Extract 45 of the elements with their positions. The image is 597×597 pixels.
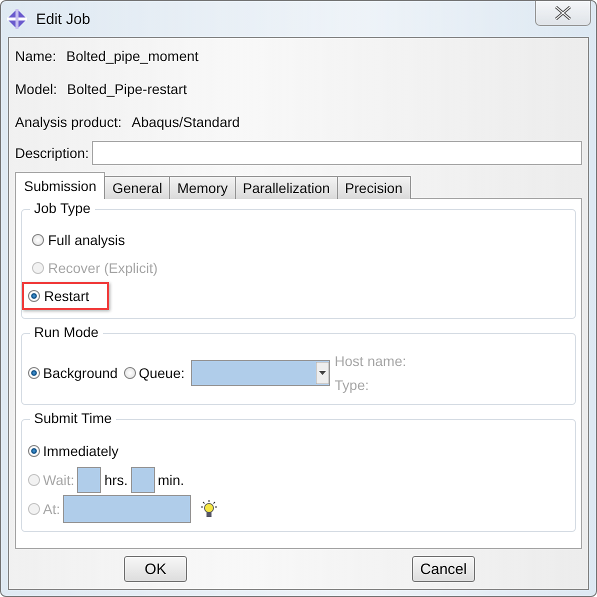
- field-label: Analysis product:: [15, 114, 122, 130]
- radio-button[interactable]: [28, 444, 40, 456]
- option-label: At:: [43, 500, 60, 516]
- tab[interactable]: Memory: [169, 176, 236, 199]
- app-icon: [6, 8, 28, 30]
- radio-button[interactable]: [28, 367, 40, 379]
- window-title: Edit Job: [36, 10, 90, 28]
- dialog-button[interactable]: OK: [124, 556, 187, 582]
- description-field[interactable]: [92, 141, 582, 165]
- group-title: Run Mode: [30, 324, 103, 340]
- time-field[interactable]: [63, 494, 192, 522]
- option-label: Recover (Explicit): [48, 260, 158, 276]
- option-label: Immediately: [43, 442, 118, 458]
- dropdown-arrow-icon: [316, 362, 329, 384]
- tab[interactable]: General: [104, 176, 170, 199]
- radio-button[interactable]: [124, 367, 136, 379]
- option-label: Wait:: [43, 472, 74, 488]
- field-label: Name:: [15, 48, 56, 64]
- tab[interactable]: Parallelization: [234, 176, 338, 199]
- tab[interactable]: Submission: [15, 172, 106, 199]
- field-label: Description:: [15, 145, 89, 161]
- close-button[interactable]: [535, 1, 591, 26]
- option-label: Queue:: [138, 365, 185, 381]
- queue-dropdown[interactable]: [190, 360, 330, 386]
- dialog-button[interactable]: Cancel: [412, 556, 475, 582]
- number-field[interactable]: [77, 466, 102, 492]
- group-title: Job Type: [30, 200, 95, 216]
- field-value: Bolted_pipe_moment: [66, 48, 199, 64]
- radio-button[interactable]: [28, 290, 40, 302]
- number-field[interactable]: [130, 466, 155, 492]
- close-icon: [554, 6, 572, 20]
- field-value: Abaqus/Standard: [132, 114, 240, 130]
- option-label: Full analysis: [48, 232, 126, 248]
- field-label: Host name:: [334, 353, 406, 369]
- field-label: Model:: [15, 80, 58, 96]
- option-label: Restart: [44, 288, 90, 304]
- field-label: Type:: [334, 377, 370, 393]
- radio-button[interactable]: [32, 234, 44, 246]
- field-value: Bolted_Pipe-restart: [67, 80, 187, 96]
- group-title: Submit Time: [30, 410, 116, 426]
- unit-label: hrs.: [104, 472, 128, 488]
- unit-label: min.: [158, 472, 184, 488]
- lightbulb-icon: [200, 500, 218, 518]
- option-label: Background: [43, 365, 118, 381]
- tab[interactable]: Precision: [336, 176, 411, 199]
